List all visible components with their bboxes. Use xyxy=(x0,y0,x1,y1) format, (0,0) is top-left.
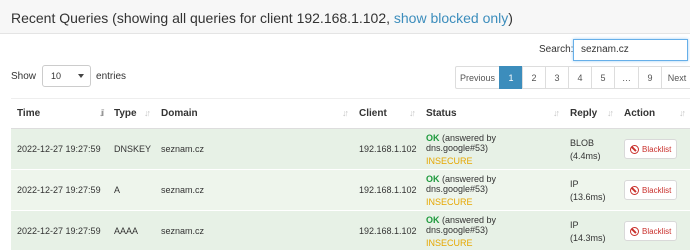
reply-type: BLOB xyxy=(570,137,595,148)
sort-icon: ↓↑ xyxy=(679,108,686,118)
status-ok: OK xyxy=(426,132,440,143)
cell-status: OK (answered by dns.google#53) INSECURE xyxy=(420,128,564,170)
pagination-page[interactable]: 5 xyxy=(591,66,615,89)
cell-action: Blacklist xyxy=(618,128,690,170)
cell-client: 192.168.1.102 xyxy=(353,128,420,170)
blacklist-label: Blacklist xyxy=(642,226,672,236)
blacklist-button[interactable]: Blacklist xyxy=(624,180,678,200)
sort-icon: ↓↑ xyxy=(144,108,151,118)
dnssec-status: INSECURE xyxy=(426,237,473,248)
pagination-next[interactable]: Next xyxy=(661,66,690,89)
entries-select-value: 10 xyxy=(51,71,62,81)
box-header: Recent Queries (showing all queries for … xyxy=(0,0,690,34)
search-label: Search: xyxy=(539,44,574,55)
cell-domain: seznam.cz xyxy=(155,128,353,170)
column-header-status[interactable]: Status ↓↑ xyxy=(420,98,564,129)
cell-action: Blacklist xyxy=(618,210,690,250)
cell-status: OK (answered by dns.google#53) INSECURE xyxy=(420,169,564,211)
blacklist-label: Blacklist xyxy=(642,185,672,195)
pagination-page[interactable]: 3 xyxy=(545,66,569,89)
blacklist-button[interactable]: Blacklist xyxy=(624,221,678,241)
reply-time: (13.6ms) xyxy=(570,191,606,202)
pagination-ellipsis: … xyxy=(614,66,639,89)
pagination-page[interactable]: 1 xyxy=(499,66,523,89)
sort-icon: ↓↑ xyxy=(553,108,560,118)
cell-time: 2022-12-27 19:27:59 xyxy=(11,169,108,211)
chevron-down-icon xyxy=(78,74,85,78)
sort-icon: ↓↑ xyxy=(607,108,614,118)
pagination-page[interactable]: 4 xyxy=(568,66,592,89)
reply-time: (4.4ms) xyxy=(570,150,601,161)
status-ok: OK xyxy=(426,214,440,225)
cell-reply: IP (14.3ms) xyxy=(564,210,618,250)
column-header-action[interactable]: Action ↓↑ xyxy=(618,98,690,129)
sort-icon: ↓↑ xyxy=(342,108,349,118)
entries-label: entries xyxy=(96,70,127,82)
show-blocked-only-link[interactable]: show blocked only xyxy=(394,10,508,26)
column-header-client[interactable]: Client ↓↑ xyxy=(353,98,420,129)
title-text: Recent Queries (showing all queries for … xyxy=(11,10,394,26)
cell-type: A xyxy=(108,169,155,211)
table-row: 2022-12-27 19:27:59 DNSKEY seznam.cz 192… xyxy=(11,128,690,170)
pagination-page[interactable]: 9 xyxy=(638,66,662,89)
length-control: Show 10 entries xyxy=(11,65,126,87)
table-row: 2022-12-27 19:27:59 A seznam.cz 192.168.… xyxy=(11,169,690,211)
cell-type: AAAA xyxy=(108,210,155,250)
ban-icon xyxy=(630,144,639,154)
search-input[interactable]: seznam.cz xyxy=(573,39,688,61)
cell-time: 2022-12-27 19:27:59 xyxy=(11,128,108,170)
column-header-time[interactable]: Time ↓ī xyxy=(11,98,108,129)
cell-action: Blacklist xyxy=(618,169,690,211)
cell-reply: BLOB (4.4ms) xyxy=(564,128,618,170)
cell-reply: IP (13.6ms) xyxy=(564,169,618,211)
table-row: 2022-12-27 19:27:59 AAAA seznam.cz 192.1… xyxy=(11,210,690,250)
column-header-domain[interactable]: Domain ↓↑ xyxy=(155,98,353,129)
cell-status: OK (answered by dns.google#53) INSECURE xyxy=(420,210,564,250)
cell-client: 192.168.1.102 xyxy=(353,210,420,250)
ban-icon xyxy=(630,226,639,236)
pagination-page[interactable]: 2 xyxy=(522,66,546,89)
blacklist-button[interactable]: Blacklist xyxy=(624,139,678,159)
cell-domain: seznam.cz xyxy=(155,169,353,211)
status-ok: OK xyxy=(426,173,440,184)
title-close-paren: ) xyxy=(508,10,513,26)
reply-time: (14.3ms) xyxy=(570,232,606,243)
box-title: Recent Queries (showing all queries for … xyxy=(11,10,513,26)
column-header-type[interactable]: Type ↓↑ xyxy=(108,98,155,129)
cell-client: 192.168.1.102 xyxy=(353,169,420,211)
column-header-reply[interactable]: Reply ↓↑ xyxy=(564,98,618,129)
sort-desc-icon: ↓ī xyxy=(98,108,104,118)
reply-type: IP xyxy=(570,178,579,189)
sort-icon: ↓↑ xyxy=(409,108,416,118)
cell-type: DNSKEY xyxy=(108,128,155,170)
dnssec-status: INSECURE xyxy=(426,196,473,207)
table-header-row: Time ↓ī Type ↓↑ Domain ↓↑ Client ↓↑ Status ↓↑… xyxy=(11,98,690,129)
cell-time: 2022-12-27 19:27:59 xyxy=(11,210,108,250)
pagination: Previous 1 2 3 4 5 … 9 Next xyxy=(455,66,690,89)
queries-table: Time ↓ī Type ↓↑ Domain ↓↑ Client ↓↑ Status ↓↑… xyxy=(11,98,690,250)
ban-icon xyxy=(630,185,639,195)
cell-domain: seznam.cz xyxy=(155,210,353,250)
dnssec-status: INSECURE xyxy=(426,155,473,166)
entries-select[interactable]: 10 xyxy=(42,65,92,87)
reply-type: IP xyxy=(570,219,579,230)
show-label: Show xyxy=(11,70,37,82)
blacklist-label: Blacklist xyxy=(642,144,672,154)
pagination-previous[interactable]: Previous xyxy=(455,66,500,89)
